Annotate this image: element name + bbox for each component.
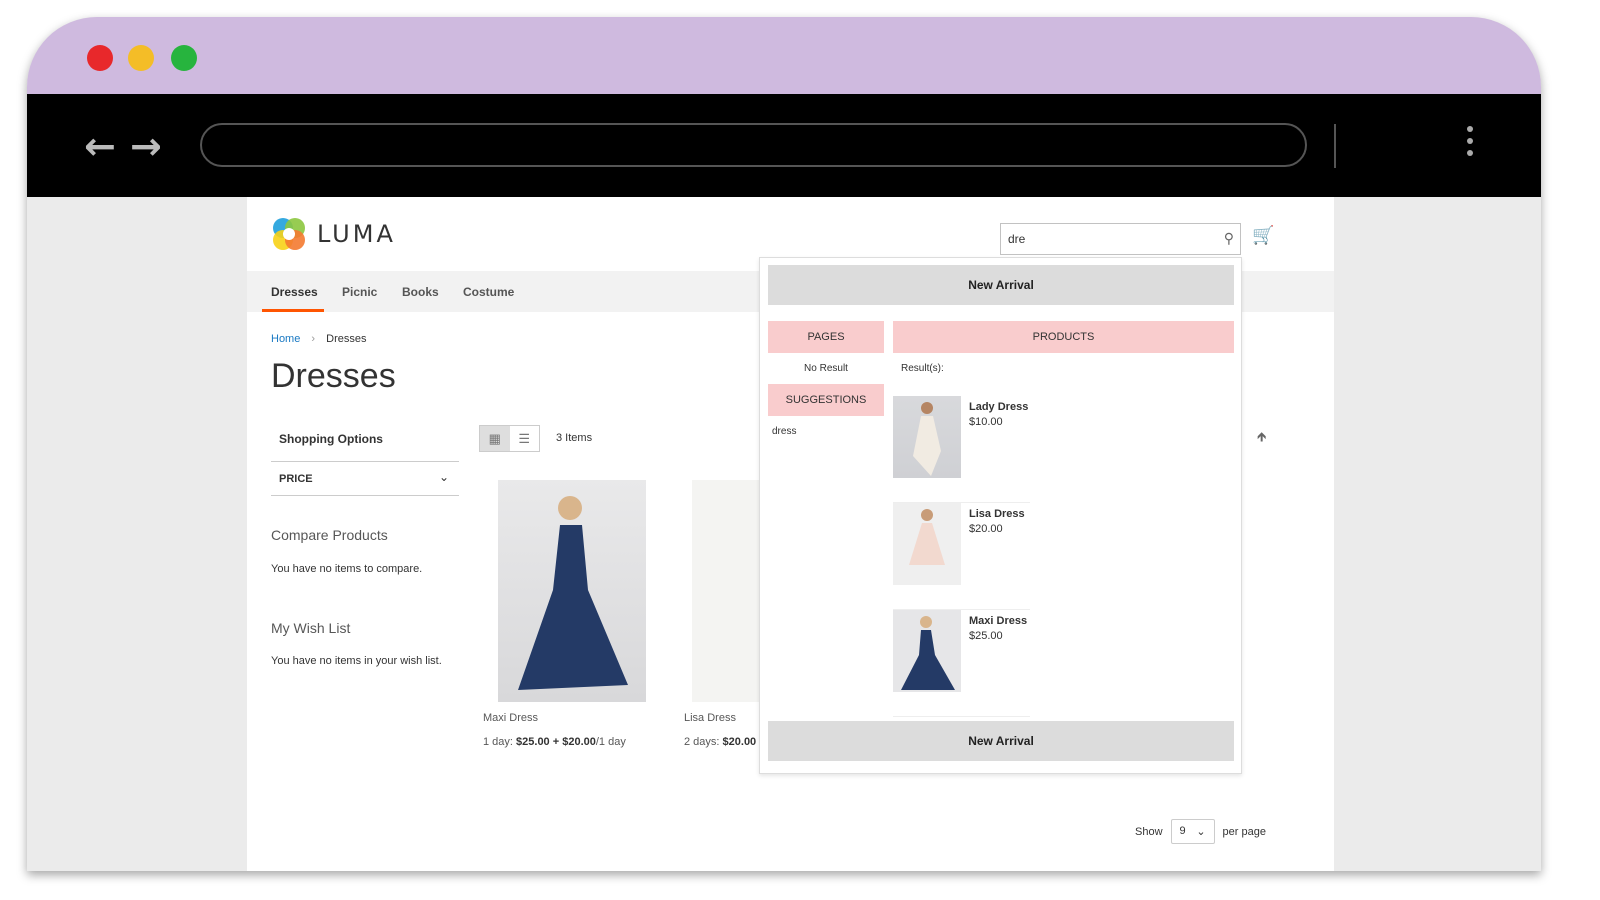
new-arrival-banner-top[interactable]: New Arrival: [768, 265, 1234, 305]
per-page-label: per page: [1222, 825, 1266, 838]
product-thumbnail: [893, 396, 961, 478]
browser-toolbar: ← →: [27, 94, 1541, 197]
per-page-select[interactable]: 9 ⌄: [1170, 819, 1215, 844]
cart-icon[interactable]: 🛒: [1252, 225, 1274, 246]
wishlist-heading: My Wish List: [271, 620, 351, 636]
pages-header: PAGES: [768, 321, 884, 353]
luma-logo[interactable]: LUMA: [271, 216, 396, 252]
breadcrumb-separator: ›: [311, 333, 316, 345]
back-arrow-icon[interactable]: ←: [84, 124, 116, 168]
autocomplete-product[interactable]: Lisa Dress $20.00: [893, 503, 1030, 610]
product-image-lisa-dress[interactable]: [692, 480, 760, 702]
breadcrumb-current: Dresses: [326, 333, 367, 345]
list-icon[interactable]: ☰: [510, 426, 540, 451]
autocomplete-product[interactable]: Maxi Dress $25.00: [893, 610, 1030, 717]
compare-heading: Compare Products: [271, 527, 388, 543]
product-price: $10.00: [969, 416, 1003, 428]
product-image-maxi-dress[interactable]: [498, 480, 646, 702]
grid-icon[interactable]: ▦: [480, 426, 510, 451]
results-label: Result(s):: [901, 363, 944, 374]
breadcrumb: Home › Dresses: [271, 333, 366, 345]
product-price: $25.00: [969, 630, 1003, 642]
nav-costume[interactable]: Costume: [463, 285, 514, 299]
forward-arrow-icon[interactable]: →: [130, 124, 162, 168]
kebab-menu-icon[interactable]: [1467, 126, 1475, 162]
wishlist-text: You have no items in your wish list.: [271, 655, 442, 667]
nav-dresses[interactable]: Dresses: [271, 285, 318, 299]
product-price: 2 days: $20.00: [684, 736, 757, 748]
chevron-down-icon: ⌄: [438, 470, 449, 484]
product-name: Maxi Dress: [969, 615, 1028, 627]
show-label: Show: [1135, 825, 1163, 838]
product-name[interactable]: Lisa Dress: [684, 712, 736, 724]
sort-direction-icon[interactable]: 🡹: [1257, 428, 1266, 450]
product-thumbnail: [893, 503, 961, 585]
title-bar: [27, 17, 1541, 94]
suggestions-header: SUGGESTIONS: [768, 384, 884, 416]
product-name[interactable]: Maxi Dress: [483, 712, 538, 724]
luma-logo-icon: [273, 218, 305, 250]
product-name: Lisa Dress: [969, 508, 1025, 520]
view-mode-switcher: ▦ ☰: [479, 425, 540, 452]
items-count: 3 Items: [556, 432, 593, 444]
search-value: dre: [1008, 232, 1026, 246]
address-bar[interactable]: [200, 123, 1307, 167]
logo-text: LUMA: [317, 220, 396, 248]
per-page-control: Show 9 ⌄ per page: [1135, 819, 1266, 844]
maximize-window-button[interactable]: [171, 45, 197, 71]
price-filter[interactable]: PRICE ⌄: [271, 461, 459, 496]
toolbar-divider: [1334, 124, 1336, 168]
search-icon[interactable]: ⚲: [1224, 230, 1234, 247]
minimize-window-button[interactable]: [128, 45, 154, 71]
nav-books[interactable]: Books: [402, 285, 439, 299]
price-filter-label: PRICE: [279, 473, 313, 485]
product-name: Lady Dress: [969, 401, 1029, 413]
search-autocomplete-dropdown: New Arrival PAGES No Result SUGGESTIONS …: [759, 257, 1242, 774]
shopping-options-heading: Shopping Options: [279, 432, 383, 446]
compare-text: You have no items to compare.: [271, 563, 423, 575]
pages-no-result: No Result: [804, 363, 848, 374]
search-input[interactable]: dre ⚲: [1000, 223, 1241, 255]
nav-picnic[interactable]: Picnic: [342, 285, 377, 299]
products-header: PRODUCTS: [893, 321, 1234, 353]
breadcrumb-home[interactable]: Home: [271, 333, 300, 345]
product-price: $20.00: [969, 523, 1003, 535]
suggestion-item[interactable]: dress: [772, 426, 796, 437]
active-nav-indicator: [262, 309, 324, 312]
product-price: 1 day: $25.00 + $20.00/1 day: [483, 736, 626, 748]
new-arrival-banner-bottom[interactable]: New Arrival: [768, 721, 1234, 761]
page-title: Dresses: [271, 357, 396, 395]
product-thumbnail: [893, 610, 961, 692]
autocomplete-product[interactable]: Lady Dress $10.00: [893, 396, 1030, 503]
close-window-button[interactable]: [87, 45, 113, 71]
